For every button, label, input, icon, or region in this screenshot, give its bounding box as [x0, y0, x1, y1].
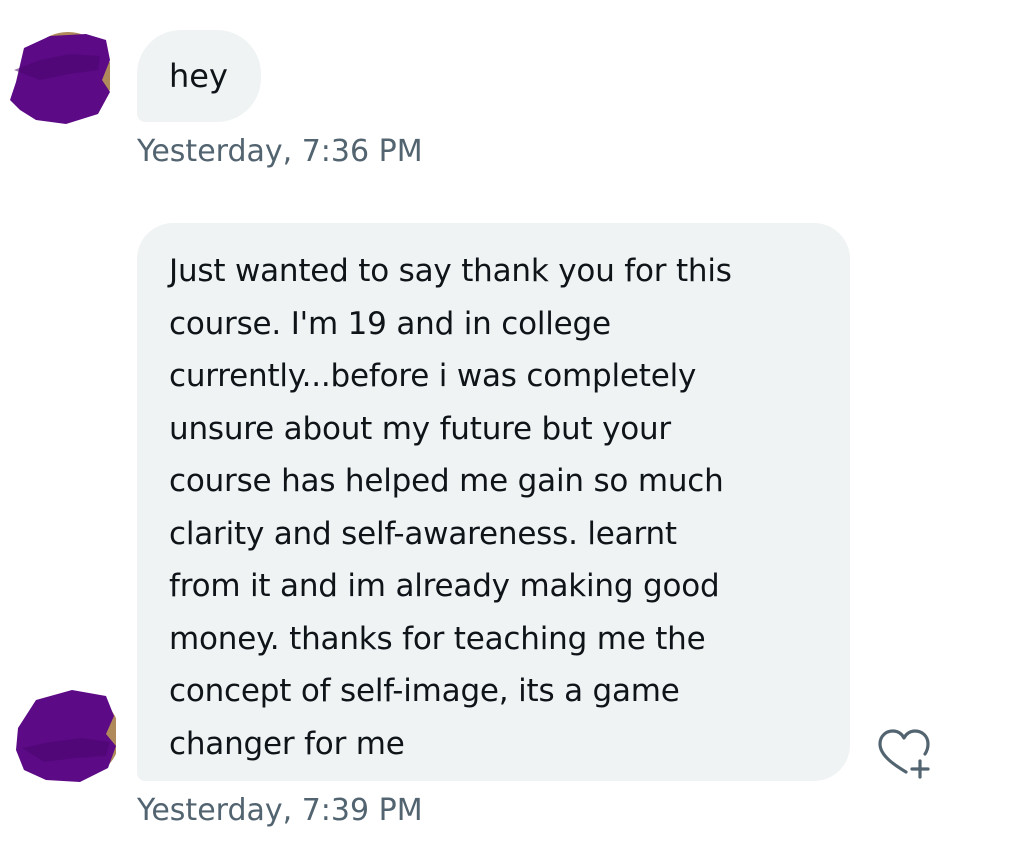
message-timestamp: Yesterday, 7:39 PM	[137, 793, 423, 828]
message-text: hey	[169, 57, 228, 95]
redacted-avatar-icon	[10, 32, 110, 124]
message-bubble[interactable]: hey	[137, 30, 261, 122]
message-text: Just wanted to say thank you for this co…	[169, 253, 732, 762]
redacted-avatar-icon	[16, 690, 116, 782]
sender-avatar[interactable]	[16, 688, 116, 784]
heart-plus-icon	[878, 729, 930, 779]
message-bubble[interactable]: Just wanted to say thank you for this co…	[137, 223, 850, 781]
sender-avatar[interactable]	[10, 30, 110, 126]
message-timestamp: Yesterday, 7:36 PM	[137, 134, 423, 169]
add-reaction-button[interactable]	[874, 728, 932, 780]
